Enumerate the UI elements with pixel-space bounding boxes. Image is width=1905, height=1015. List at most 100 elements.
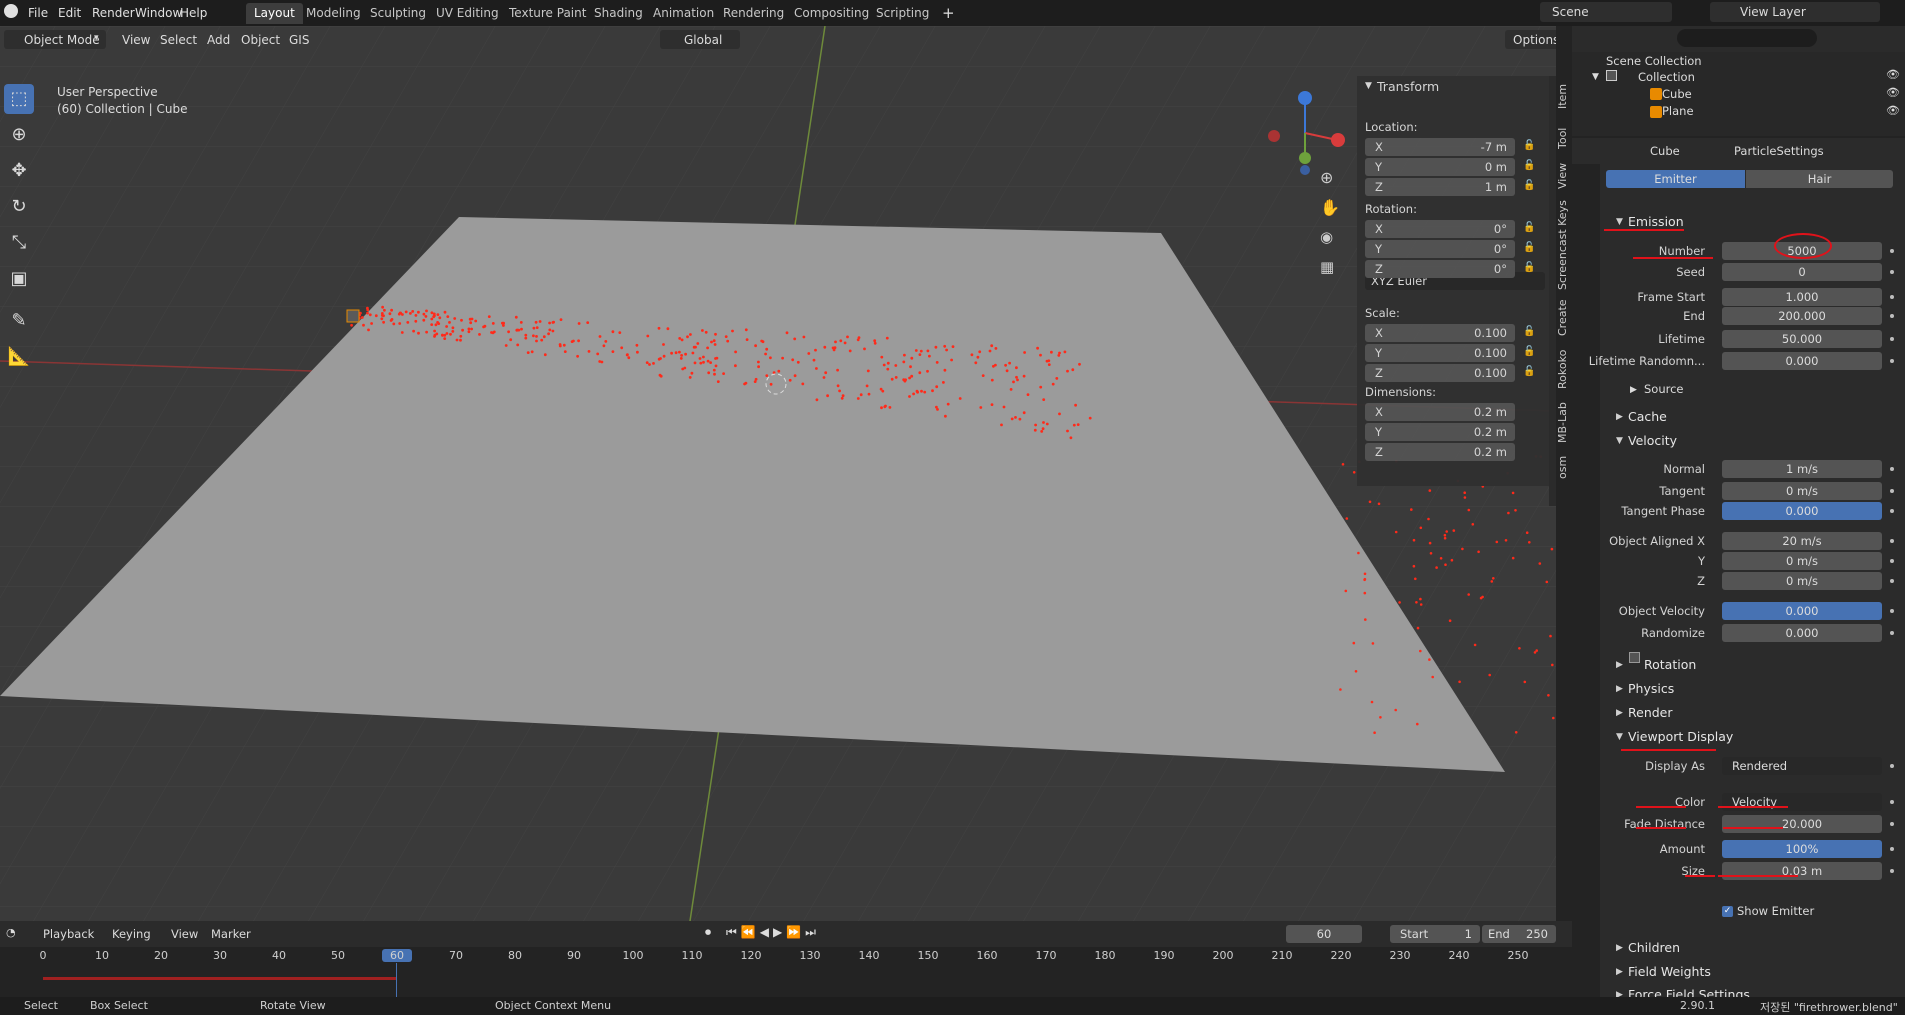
context-particle-settings[interactable]: ParticleSettings [1734, 144, 1824, 158]
expanded-triangle-icon[interactable]: ▼ [1616, 436, 1623, 446]
rotation-x-field[interactable]: X 0° [1365, 220, 1515, 238]
lifetime-random-field[interactable]: 0.000 [1722, 352, 1882, 370]
object-aligned-z-field[interactable]: 0 m/s [1722, 572, 1882, 590]
keyframe-dot-icon[interactable] [1890, 295, 1894, 299]
collapsed-triangle-icon[interactable]: ▶ [1616, 412, 1623, 422]
show-emitter-checkbox[interactable]: ✓ [1722, 906, 1733, 917]
scale-x-field[interactable]: X 0.100 [1365, 324, 1515, 342]
display-size-field[interactable]: 0.03 m [1722, 862, 1882, 880]
section-render[interactable]: Render [1628, 705, 1673, 720]
tab-shading[interactable]: Shading [586, 3, 651, 24]
tab-texture-paint[interactable]: Texture Paint [501, 3, 594, 24]
collapsed-triangle-icon[interactable]: ▶ [1616, 708, 1623, 718]
keyframe-dot-icon[interactable] [1890, 489, 1894, 493]
visibility-eye-icon[interactable]: 👁 [1886, 104, 1900, 117]
normal-velocity-field[interactable]: 1 m/s [1722, 460, 1882, 478]
rotate-tool-icon[interactable]: ↻ [4, 192, 34, 222]
collapsed-triangle-icon[interactable]: ▶ [1616, 684, 1623, 694]
tab-compositing[interactable]: Compositing [786, 3, 877, 24]
dimensions-x-field[interactable]: X 0.2 m [1365, 403, 1515, 421]
keyframe-dot-icon[interactable] [1890, 359, 1894, 363]
menu-gis[interactable]: GIS [289, 33, 309, 47]
end-frame-field[interactable]: End 250 [1482, 925, 1556, 943]
section-cache[interactable]: Cache [1628, 409, 1667, 424]
object-aligned-y-field[interactable]: 0 m/s [1722, 552, 1882, 570]
lifetime-field[interactable]: 50.000 [1722, 330, 1882, 348]
menu-object[interactable]: Object [241, 33, 280, 47]
outliner-item-plane[interactable]: Plane [1662, 104, 1694, 118]
move-tool-icon[interactable]: ✥ [4, 156, 34, 186]
blender-logo-icon[interactable] [4, 4, 18, 18]
keyframe-dot-icon[interactable] [1890, 764, 1894, 768]
navigation-gizmo-icon[interactable] [1260, 88, 1350, 178]
menu-view[interactable]: View [171, 927, 198, 941]
collapse-triangle-icon[interactable]: ▼ [1365, 81, 1372, 91]
tab-screencast-keys[interactable]: Screencast Keys [1556, 200, 1572, 290]
keyframe-dot-icon[interactable] [1890, 631, 1894, 635]
menu-select[interactable]: Select [160, 33, 197, 47]
editor-type-icon[interactable]: ◔ [6, 926, 16, 939]
keyframe-dot-icon[interactable] [1890, 249, 1894, 253]
scene-selector[interactable]: Scene [1540, 2, 1672, 22]
lock-icon[interactable]: 🔓 [1523, 346, 1535, 357]
collapsed-triangle-icon[interactable]: ▶ [1616, 660, 1623, 670]
collection-checkbox[interactable] [1606, 70, 1617, 81]
location-z-field[interactable]: Z 1 m [1365, 178, 1515, 196]
keyframe-dot-icon[interactable] [1890, 579, 1894, 583]
scale-tool-icon[interactable]: ⤡ [4, 228, 34, 258]
measure-tool-icon[interactable]: 📐 [4, 342, 34, 372]
tab-tool[interactable]: Tool [1556, 122, 1572, 154]
object-velocity-field[interactable]: 0.000 [1722, 602, 1882, 620]
lock-icon[interactable]: 🔓 [1523, 326, 1535, 337]
rotation-z-field[interactable]: Z 0° [1365, 260, 1515, 278]
timeline-track[interactable]: 0 10 20 30 40 50 60 70 80 90 100 110 120 130 140 150 160… [0, 947, 1572, 997]
tab-scripting[interactable]: Scripting [868, 3, 937, 24]
keyframe-dot-icon[interactable] [1890, 509, 1894, 513]
display-color-field[interactable]: Velocity [1722, 793, 1882, 811]
scale-y-field[interactable]: Y 0.100 [1365, 344, 1515, 362]
location-x-field[interactable]: X -7 m [1365, 138, 1515, 156]
scene-collection-label[interactable]: Scene Collection [1606, 54, 1702, 68]
keyframe-dot-icon[interactable] [1890, 847, 1894, 851]
frame-end-field[interactable]: 200.000 [1722, 307, 1882, 325]
outliner-search-input[interactable] [1677, 29, 1817, 47]
select-tool-icon[interactable]: ⬚ [4, 84, 34, 114]
tab-layout[interactable]: Layout [246, 3, 303, 24]
tab-animation[interactable]: Animation [645, 3, 722, 24]
cursor-tool-icon[interactable]: ⊕ [4, 120, 34, 150]
collection-label[interactable]: Collection [1638, 70, 1695, 84]
display-as-field[interactable]: Rendered [1722, 757, 1882, 775]
randomize-field[interactable]: 0.000 [1722, 624, 1882, 642]
menu-marker[interactable]: Marker [211, 927, 251, 941]
lock-icon[interactable]: 🔓 [1523, 180, 1535, 191]
keyframe-dot-icon[interactable] [1890, 539, 1894, 543]
dimensions-z-field[interactable]: Z 0.2 m [1365, 443, 1515, 461]
grid-icon[interactable]: ▦ [1320, 258, 1334, 276]
keyframe-dot-icon[interactable] [1890, 822, 1894, 826]
keyframe-dot-icon[interactable] [1890, 800, 1894, 804]
keyframe-dot-icon[interactable] [1890, 337, 1894, 341]
tab-osm[interactable]: osm [1556, 452, 1572, 482]
outliner-item-cube[interactable]: Cube [1662, 87, 1692, 101]
playhead[interactable] [396, 963, 397, 997]
keyframe-dot-icon[interactable] [1890, 467, 1894, 471]
menu-view[interactable]: View [122, 33, 150, 47]
mode-dropdown[interactable]: Object Mode ▾ [4, 30, 106, 49]
collapsed-triangle-icon[interactable]: ▶ [1616, 943, 1623, 953]
keyframe-dot-icon[interactable] [1890, 270, 1894, 274]
menu-help[interactable]: Help [174, 3, 213, 23]
visibility-eye-icon[interactable]: 👁 [1886, 86, 1900, 99]
hair-button[interactable]: Hair [1746, 170, 1893, 188]
section-physics[interactable]: Physics [1628, 681, 1674, 696]
tangent-velocity-field[interactable]: 0 m/s [1722, 482, 1882, 500]
options-dropdown[interactable]: Options [1505, 30, 1556, 49]
keyframe-dot-icon[interactable] [1890, 559, 1894, 563]
context-object[interactable]: Cube [1650, 144, 1680, 158]
scale-z-field[interactable]: Z 0.100 [1365, 364, 1515, 382]
display-amount-field[interactable]: 100% [1722, 840, 1882, 858]
rotation-y-field[interactable]: Y 0° [1365, 240, 1515, 258]
menu-file[interactable]: File [22, 3, 54, 23]
lock-icon[interactable]: 🔓 [1523, 262, 1535, 273]
lock-icon[interactable]: 🔓 [1523, 366, 1535, 377]
emitter-button[interactable]: Emitter [1606, 170, 1745, 188]
